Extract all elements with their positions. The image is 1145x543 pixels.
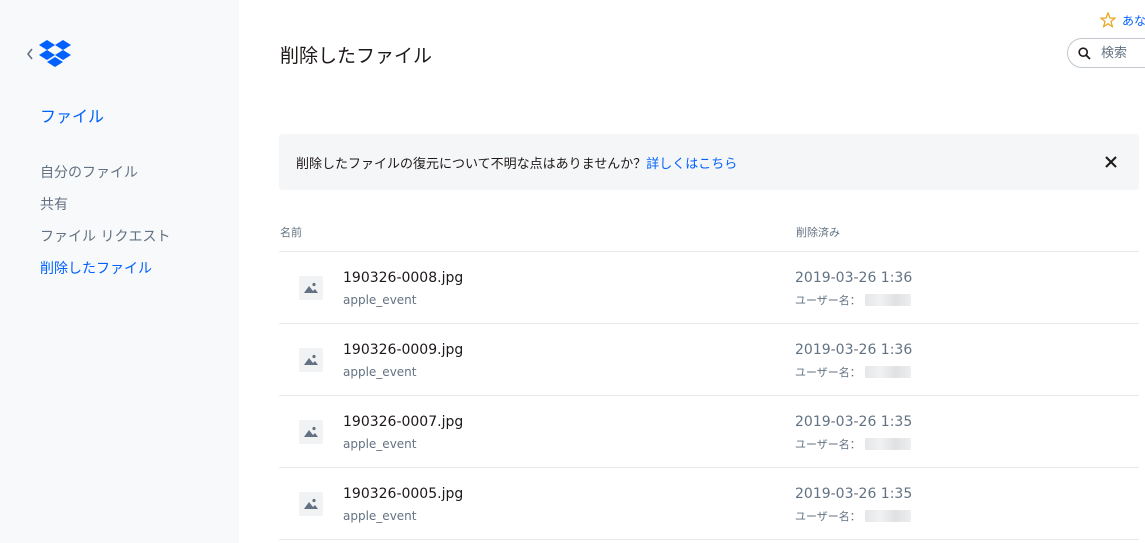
star-link-label: あな xyxy=(1122,13,1145,28)
search-box[interactable] xyxy=(1067,38,1145,68)
deleted-by: ユーザー名： xyxy=(795,508,911,524)
search-icon xyxy=(1078,46,1091,60)
file-folder: apple_event xyxy=(343,293,417,307)
page-title: 削除したファイル xyxy=(280,45,433,67)
file-folder: apple_event xyxy=(343,365,417,379)
table-row[interactable]: 190326-0009.jpg apple_event 2019-03-26 1… xyxy=(279,324,1139,396)
deleted-date: 2019-03-26 1:35 xyxy=(795,486,913,502)
table-row[interactable]: 190326-0008.jpg apple_event 2019-03-26 1… xyxy=(279,252,1139,324)
deleted-date: 2019-03-26 1:35 xyxy=(795,414,913,430)
image-file-icon xyxy=(299,420,323,444)
deleted-by-label: ユーザー名： xyxy=(795,294,861,307)
sidebar-title-files[interactable]: ファイル xyxy=(40,103,104,127)
banner-text: 削除したファイルの復元について不明な点はありませんか？詳しくはこちら xyxy=(296,153,737,172)
sidebar-item-deleted-files[interactable]: 削除したファイル xyxy=(40,259,170,291)
sidebar-nav: 自分のファイル 共有 ファイル リクエスト 削除したファイル xyxy=(40,163,170,291)
sidebar: ファイル 自分のファイル 共有 ファイル リクエスト 削除したファイル xyxy=(0,0,239,543)
deleted-by-label: ユーザー名： xyxy=(795,438,861,451)
deleted-by: ユーザー名： xyxy=(795,364,911,380)
image-file-icon xyxy=(299,348,323,372)
redacted-username xyxy=(864,510,911,522)
dropbox-logo-icon[interactable] xyxy=(38,40,72,70)
redacted-username xyxy=(864,438,911,450)
sidebar-item-shared[interactable]: 共有 xyxy=(40,195,170,227)
close-icon[interactable] xyxy=(1103,154,1119,170)
image-file-icon xyxy=(299,276,323,300)
sidebar-item-file-requests[interactable]: ファイル リクエスト xyxy=(40,227,170,259)
table-row[interactable]: 190326-0005.jpg apple_event 2019-03-26 1… xyxy=(279,468,1139,540)
deleted-date: 2019-03-26 1:36 xyxy=(795,270,913,286)
star-icon xyxy=(1100,12,1116,28)
file-folder: apple_event xyxy=(343,437,417,451)
file-list: 190326-0008.jpg apple_event 2019-03-26 1… xyxy=(279,252,1139,540)
file-name: 190326-0007.jpg xyxy=(343,414,464,430)
sidebar-item-my-files[interactable]: 自分のファイル xyxy=(40,163,170,195)
table-row[interactable]: 190326-0007.jpg apple_event 2019-03-26 1… xyxy=(279,396,1139,468)
deleted-by-label: ユーザー名： xyxy=(795,366,861,379)
deleted-date: 2019-03-26 1:36 xyxy=(795,342,913,358)
star-link[interactable]: あな xyxy=(1100,11,1145,29)
image-file-icon xyxy=(299,492,323,516)
redacted-username xyxy=(864,294,911,306)
deleted-by: ユーザー名： xyxy=(795,292,911,308)
column-header-name[interactable]: 名前 xyxy=(280,224,302,240)
learn-more-link[interactable]: 詳しくはこちら xyxy=(646,157,737,172)
deleted-by-label: ユーザー名： xyxy=(795,510,861,523)
redacted-username xyxy=(864,366,911,378)
column-header-deleted[interactable]: 削除済み xyxy=(796,224,840,240)
search-input[interactable] xyxy=(1099,44,1145,62)
deleted-by: ユーザー名： xyxy=(795,436,911,452)
file-name: 190326-0008.jpg xyxy=(343,270,464,286)
info-banner: 削除したファイルの復元について不明な点はありませんか？詳しくはこちら xyxy=(279,134,1139,190)
chevron-left-icon[interactable] xyxy=(25,45,35,63)
file-name: 190326-0005.jpg xyxy=(343,486,464,502)
file-name: 190326-0009.jpg xyxy=(343,342,464,358)
banner-message: 削除したファイルの復元について不明な点はありませんか？ xyxy=(296,157,647,172)
file-folder: apple_event xyxy=(343,509,417,523)
